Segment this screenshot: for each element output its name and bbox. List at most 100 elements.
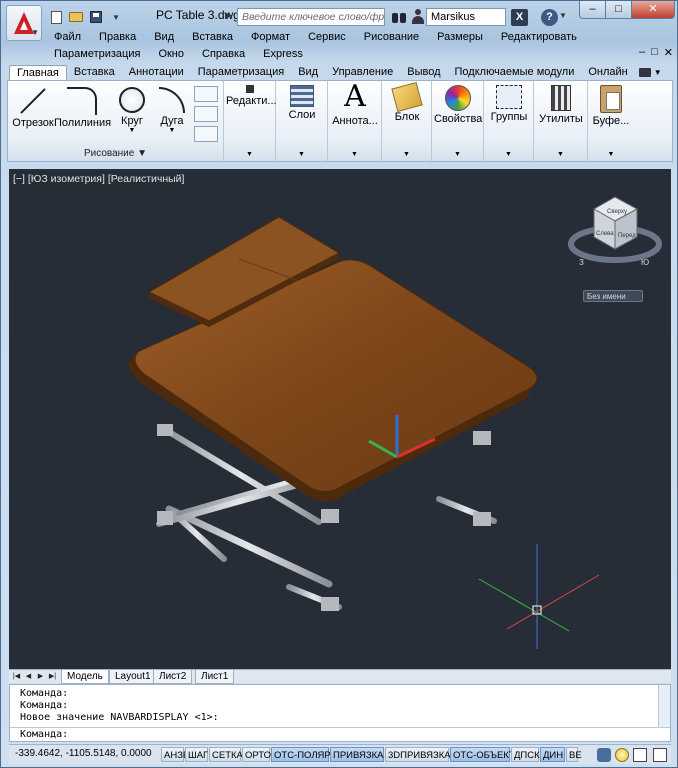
doc-minimize-button[interactable]: – bbox=[639, 46, 645, 59]
prev-tab-icon[interactable]: ◀ bbox=[23, 671, 34, 682]
doc-close-button[interactable]: ✕ bbox=[664, 46, 673, 59]
last-tab-icon[interactable]: ▶| bbox=[47, 671, 58, 682]
next-tab-icon[interactable]: ▶ bbox=[35, 671, 46, 682]
clipboard-panel-label: Буфе... bbox=[592, 115, 630, 127]
modify-panel[interactable]: Редакти... ▼ bbox=[224, 81, 277, 161]
hatch-tool[interactable] bbox=[194, 106, 218, 122]
menu-item-3[interactable]: Вставка bbox=[183, 29, 242, 45]
ribbon-tab-6[interactable]: Вывод bbox=[400, 65, 447, 81]
status-toggle-0[interactable]: АНЗВ bbox=[161, 747, 189, 762]
open-file-button[interactable] bbox=[67, 8, 85, 26]
help-icon[interactable]: ? bbox=[541, 9, 558, 26]
ribbon-tab-4[interactable]: Вид bbox=[291, 65, 325, 81]
video-icon[interactable] bbox=[638, 68, 651, 77]
status-toggle-2[interactable]: СЕТКА bbox=[209, 747, 243, 762]
status-toggle-1[interactable]: ШАГ bbox=[185, 747, 208, 762]
line-tool[interactable]: Отрезок bbox=[12, 87, 54, 129]
rectangle-tool[interactable] bbox=[194, 86, 218, 102]
tab-sheet2[interactable]: Лист2 bbox=[153, 670, 193, 684]
maximize-button[interactable]: □ bbox=[605, 1, 632, 19]
qat-customize-button[interactable]: ▼ bbox=[107, 8, 125, 26]
viewcube-top-face[interactable]: Сверху bbox=[607, 209, 627, 215]
new-file-button[interactable] bbox=[47, 8, 65, 26]
menu-item-8[interactable]: Редактировать bbox=[492, 29, 586, 45]
chevron-right-icon[interactable]: ▶ bbox=[225, 10, 235, 24]
lightbulb-icon[interactable] bbox=[615, 748, 629, 762]
layout-tab-bar: |◀ ◀ ▶ ▶| Модель Layout1 Лист2 Лист1 bbox=[9, 669, 671, 684]
tab-sheet1[interactable]: Лист1 bbox=[195, 670, 235, 684]
annotation-panel[interactable]: A Аннота... ▼ bbox=[328, 81, 382, 161]
doc-maximize-button[interactable]: □ bbox=[651, 46, 658, 59]
properties-panel-label: Свойства bbox=[434, 113, 483, 125]
viewcube-left-face[interactable]: Слева bbox=[596, 231, 614, 237]
save-icon bbox=[90, 11, 102, 23]
tab-model[interactable]: Модель bbox=[61, 670, 109, 684]
chevron-down-icon[interactable]: ▼ bbox=[559, 11, 567, 20]
menu-item-4[interactable]: Формат bbox=[242, 29, 299, 45]
exchange-icon[interactable]: X bbox=[511, 9, 528, 26]
menu-item-7[interactable]: Размеры bbox=[428, 29, 492, 45]
clipboard-icon bbox=[600, 85, 622, 113]
groups-panel[interactable]: Группы ▼ bbox=[484, 81, 534, 161]
menu-item-0[interactable]: Файл bbox=[45, 29, 90, 45]
user-name-field[interactable]: Marsikus bbox=[426, 8, 506, 26]
utilities-panel[interactable]: Утилиты ▼ bbox=[534, 81, 588, 161]
menu-item-3[interactable]: Express bbox=[254, 46, 312, 62]
tab-layout1[interactable]: Layout1 bbox=[109, 670, 157, 684]
polyline-tool[interactable]: Полилиния bbox=[54, 87, 111, 129]
first-tab-icon[interactable]: |◀ bbox=[11, 671, 22, 682]
viewcube-right-face[interactable]: Перед bbox=[618, 233, 636, 239]
menu-item-2[interactable]: Справка bbox=[193, 46, 254, 62]
ribbon-tab-8[interactable]: Онлайн bbox=[581, 65, 634, 81]
command-input[interactable]: Команда: bbox=[10, 727, 670, 741]
search-input[interactable]: Введите ключевое слово/фразу bbox=[237, 8, 385, 26]
status-toggle-3[interactable]: ОРТО bbox=[242, 747, 271, 762]
binoculars-icon[interactable] bbox=[391, 9, 407, 25]
application-menu-button[interactable]: ▼ bbox=[6, 5, 42, 41]
command-scrollbar[interactable] bbox=[658, 685, 670, 727]
close-button[interactable]: ✕ bbox=[631, 1, 675, 19]
ribbon-tab-0[interactable]: Главная bbox=[9, 65, 67, 81]
compass-south[interactable]: Ю bbox=[641, 258, 649, 267]
minimize-button[interactable]: – bbox=[579, 1, 606, 19]
ribbon-tab-3[interactable]: Параметризация bbox=[191, 65, 291, 81]
status-toggle-7[interactable]: ОТС-ОБЪЕКТ bbox=[450, 747, 515, 762]
ribbon-tab-7[interactable]: Подключаемые модули bbox=[448, 65, 582, 81]
menu-item-2[interactable]: Вид bbox=[145, 29, 183, 45]
polyline-icon bbox=[67, 87, 97, 115]
calculator-icon bbox=[551, 85, 571, 111]
arc-tool[interactable]: Дуга ▼ bbox=[154, 87, 190, 134]
properties-panel[interactable]: Свойства ▼ bbox=[432, 81, 484, 161]
status-toggle-4[interactable]: ОТС-ПОЛЯР bbox=[271, 747, 331, 762]
save-button[interactable] bbox=[87, 8, 105, 26]
menu-item-6[interactable]: Рисование bbox=[355, 29, 428, 45]
chevron-down-icon: ▼ bbox=[168, 127, 176, 134]
workspace-icon[interactable] bbox=[597, 748, 611, 762]
command-history-line: Новое значение NAVBARDISPLAY <1>: bbox=[20, 712, 219, 723]
circle-tool[interactable]: Круг ▼ bbox=[114, 87, 150, 134]
status-toggle-8[interactable]: ДПСК bbox=[511, 747, 540, 762]
chevron-down-icon[interactable]: ▼ bbox=[654, 65, 662, 81]
menu-item-1[interactable]: Окно bbox=[149, 46, 193, 62]
status-toggle-9[interactable]: ДИН bbox=[540, 747, 565, 762]
status-toggle-10[interactable]: ВЕ bbox=[566, 747, 582, 762]
coordinate-readout[interactable]: -339.4642, -1105.5148, 0.0000 bbox=[15, 748, 152, 759]
status-toggle-6[interactable]: 3DПРИВЯЗКА bbox=[385, 747, 451, 762]
layers-panel[interactable]: Слои ▼ bbox=[276, 81, 328, 161]
ribbon-tab-2[interactable]: Аннотации bbox=[122, 65, 191, 81]
compass-west[interactable]: З bbox=[579, 258, 584, 267]
gradient-tool[interactable] bbox=[194, 126, 218, 142]
ribbon-tab-1[interactable]: Вставка bbox=[67, 65, 122, 81]
menu-item-5[interactable]: Сервис bbox=[299, 29, 355, 45]
ucs-menu[interactable]: Без имени bbox=[583, 290, 643, 302]
clean-screen-icon[interactable] bbox=[653, 748, 667, 762]
menu-item-1[interactable]: Правка bbox=[90, 29, 145, 45]
drawing-viewport[interactable]: [−] [ЮЗ изометрия] [Реалистичный] Сверху… bbox=[9, 169, 671, 669]
clipboard-panel[interactable]: Буфе... ▼ bbox=[588, 81, 634, 161]
isolate-objects-icon[interactable] bbox=[633, 748, 647, 762]
draw-panel-title[interactable]: Рисование ▼ bbox=[8, 147, 223, 161]
chevron-down-icon: ▼ bbox=[351, 151, 358, 158]
block-panel[interactable]: Блок ▼ bbox=[382, 81, 432, 161]
menu-item-0[interactable]: Параметризация bbox=[45, 46, 149, 62]
status-toggle-5[interactable]: ПРИВЯЗКА bbox=[330, 747, 384, 762]
